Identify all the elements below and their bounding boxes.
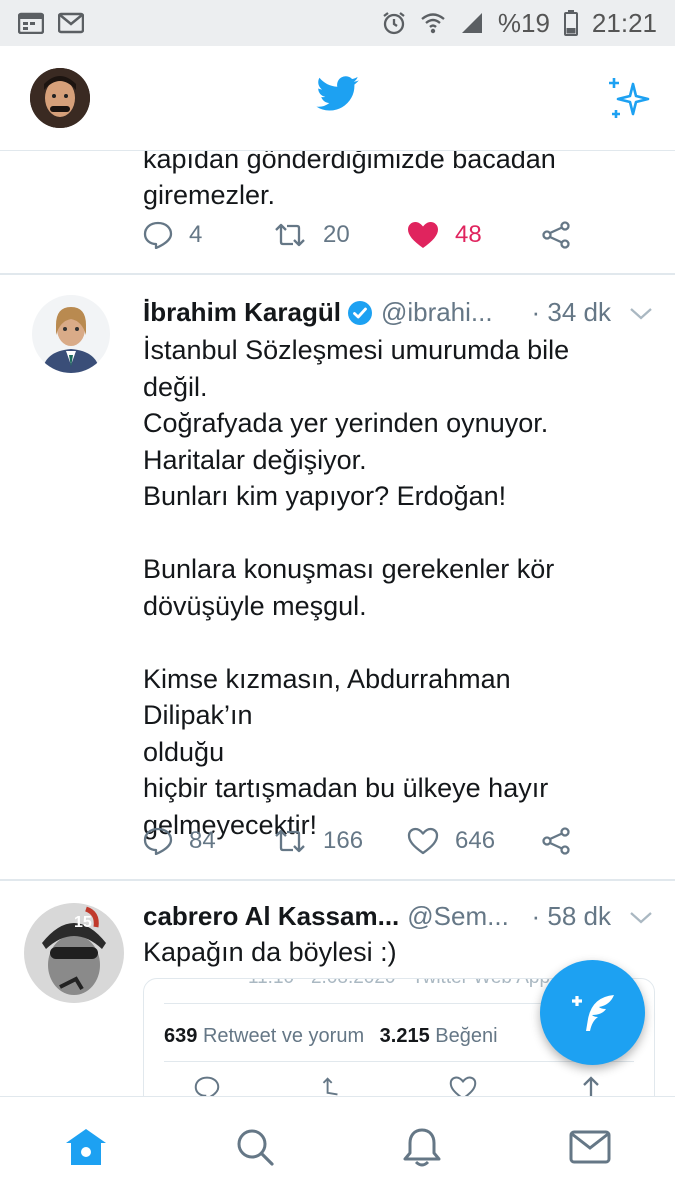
tab-search[interactable] xyxy=(235,1127,275,1172)
tweet-line: olduğu xyxy=(143,736,225,767)
search-icon xyxy=(237,1129,274,1166)
tweet-actions: 84 166 646 xyxy=(143,827,571,855)
tab-notifications[interactable] xyxy=(402,1126,442,1173)
author-avatar[interactable] xyxy=(32,295,110,373)
tweet-time: · 58 dk xyxy=(531,901,612,931)
tweet-line: değil. xyxy=(143,371,208,402)
battery-percent: %19 xyxy=(497,7,550,38)
tweet-header: cabrero Al Kassam... @Sem... · 58 dk xyxy=(143,901,653,932)
reply-count: 4 xyxy=(189,221,203,248)
share-button[interactable] xyxy=(541,827,571,855)
divider xyxy=(0,273,675,275)
retweet-total: 639 xyxy=(164,1025,198,1047)
sparkle-icon[interactable] xyxy=(605,76,651,127)
retweet-total-label: Retweet ve yorum xyxy=(202,1025,365,1047)
heart-icon xyxy=(407,827,439,855)
heart-filled-icon xyxy=(408,222,438,248)
tweet-line: Bunları kim yapıyor? Erdoğan! xyxy=(143,481,507,511)
svg-text:15: 15 xyxy=(74,914,92,931)
retweet-button[interactable]: 166 xyxy=(273,827,407,855)
tweet-text-line: giremezler. xyxy=(143,180,276,210)
alarm-icon xyxy=(383,12,405,35)
wifi-icon xyxy=(421,13,445,34)
divider xyxy=(164,1061,634,1062)
tweet-header: İbrahim Karagül @ibrahi... · 34 dk xyxy=(143,297,653,328)
gmail-icon xyxy=(58,12,84,34)
share-icon xyxy=(542,827,570,855)
retweet-icon xyxy=(322,1077,338,1096)
bell-icon xyxy=(403,1128,441,1166)
tweet-line: Haritalar değişiyor. xyxy=(143,444,367,475)
tweet-line xyxy=(143,624,613,661)
like-total: 3.215 xyxy=(379,1025,430,1047)
reply-count: 84 xyxy=(189,827,216,854)
tweet-text: İstanbul Sözleşmesi umurumda bile değil.… xyxy=(143,332,613,843)
author-name[interactable]: İbrahim Karagül xyxy=(143,297,341,328)
author-handle[interactable]: @Sem... xyxy=(407,901,509,932)
retweet-button[interactable]: 20 xyxy=(273,221,407,249)
author-name[interactable]: cabrero Al Kassam... xyxy=(143,901,399,932)
reply-icon xyxy=(143,827,173,855)
twitter-bird-icon xyxy=(316,76,360,117)
tweet-line: İstanbul Sözleşmesi umurumda bile xyxy=(143,335,570,365)
retweet-count: 20 xyxy=(323,221,350,248)
timeline-feed[interactable]: kapıdan gönderdiğimizde bacadan giremezl… xyxy=(0,151,675,1096)
quote-actions xyxy=(144,1075,654,1096)
compose-feather-icon xyxy=(571,994,614,1031)
tweet-text-line-clipped: kapıdan gönderdiğimizde bacadan xyxy=(143,151,556,174)
like-button[interactable]: 48 xyxy=(407,221,541,249)
home-icon xyxy=(65,1128,106,1165)
reply-button[interactable]: 4 xyxy=(143,221,273,249)
author-avatar[interactable]: 15 xyxy=(24,903,124,1003)
heart-icon xyxy=(449,1076,477,1096)
tweet-line xyxy=(143,515,613,552)
chevron-down-icon[interactable] xyxy=(629,297,653,328)
chevron-down-icon[interactable] xyxy=(629,901,653,932)
tweet-line: dövüşüyle meşgul. xyxy=(143,590,367,621)
verified-badge-icon xyxy=(347,300,372,325)
reply-icon xyxy=(143,221,173,249)
signal-icon xyxy=(461,13,482,33)
tweet-text: Kapağın da böylesi :) xyxy=(143,934,613,971)
like-total-label: Beğeni xyxy=(435,1025,498,1047)
like-count: 48 xyxy=(455,221,482,248)
quote-stats: 639 Retweet ve yorum 3.215 Beğeni xyxy=(164,1025,498,1048)
share-icon xyxy=(582,1076,599,1096)
battery-icon xyxy=(563,10,578,36)
retweet-icon xyxy=(275,829,305,853)
tweet-actions: 4 20 48 xyxy=(143,221,571,249)
top-app-bar xyxy=(0,46,675,151)
like-button[interactable]: 646 xyxy=(407,827,541,855)
tweet-line: Kimse kızmasın, Abdurrahman Dilipak’ın xyxy=(143,663,511,731)
tweet-time: · 34 dk xyxy=(531,297,612,327)
envelope-icon xyxy=(569,1130,611,1163)
reply-icon xyxy=(194,1076,220,1096)
author-handle[interactable]: @ibrahi... xyxy=(381,297,493,328)
retweet-count: 166 xyxy=(323,827,364,854)
status-bar: %19 21:21 xyxy=(0,0,675,46)
reply-button[interactable]: 84 xyxy=(143,827,273,855)
like-count: 646 xyxy=(455,827,496,854)
tab-home[interactable] xyxy=(64,1127,108,1172)
divider xyxy=(0,879,675,881)
share-button[interactable] xyxy=(541,221,571,249)
profile-avatar[interactable] xyxy=(30,68,90,128)
tweet-line: Coğrafyada yer yerinden oynuyor. xyxy=(143,408,549,438)
clock: 21:21 xyxy=(591,7,657,38)
calendar-icon xyxy=(18,12,44,34)
tweet-line: Bunlara konuşması gerekenler kör xyxy=(143,554,555,584)
retweet-icon xyxy=(275,223,305,247)
tab-messages[interactable] xyxy=(569,1130,611,1169)
compose-tweet-button[interactable] xyxy=(540,960,645,1065)
bottom-nav xyxy=(0,1096,675,1201)
tweet-text: kapıdan gönderdiğimizde bacadan giremezl… xyxy=(143,151,556,213)
tweet-line: hiçbir tartışmadan bu ülkeye hayır xyxy=(143,773,549,803)
tweet-line: Kapağın da böylesi :) xyxy=(143,937,397,967)
share-icon xyxy=(542,221,570,249)
